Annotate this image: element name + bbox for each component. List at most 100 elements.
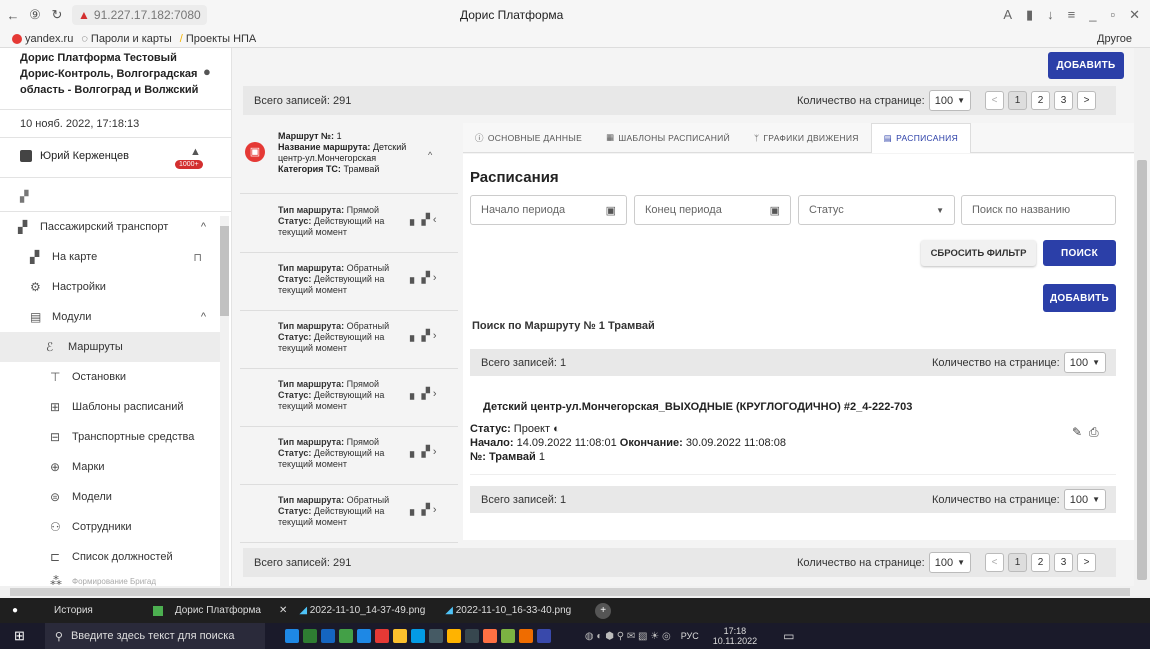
model-icon: ⊜ (50, 490, 61, 504)
chevron-up-icon[interactable]: ^ (428, 150, 432, 161)
tab-timetables[interactable]: ᛘ ГРАФИКИ ДВИЖЕНИЯ (742, 123, 871, 153)
route-item[interactable]: Тип маршрута: Обратный Статус: Действующи… (240, 311, 458, 369)
route-actions-icon[interactable]: ▖▞› (410, 447, 440, 458)
page-1-button[interactable]: 1 (1008, 553, 1028, 572)
search-input[interactable]: Поиск по названию (961, 195, 1116, 225)
caret-down-icon: ▼ (1092, 495, 1100, 504)
sidebar-item-stops[interactable]: ⊤ Остановки (0, 362, 220, 392)
system-tray[interactable]: ◍ ◐ ⬢ ⚲ ✉ ▧ ☀ ◎ (585, 631, 671, 642)
calendar-icon[interactable]: ▣ (770, 204, 780, 217)
edit-icon[interactable]: ✎ (1072, 425, 1082, 439)
add-route-button[interactable]: ДОБАВИТЬ (1048, 52, 1124, 79)
start-period-field[interactable]: Начало периода ▣ (470, 195, 627, 225)
bookmark-npa[interactable]: / Проекты НПА (180, 33, 257, 45)
tab-schedule-templates[interactable]: ▦ ШАБЛОНЫ РАСПИСАНИЙ (594, 123, 742, 153)
add-schedule-button[interactable]: ДОБАВИТЬ (1043, 284, 1116, 312)
toggle-icon[interactable]: ◐ (553, 423, 560, 435)
sidebar-item-map[interactable]: ▞ На карте ⊓ (0, 242, 220, 272)
sidebar-item-settings[interactable]: ⚙ Настройки (0, 272, 220, 302)
bottom-pagination-bar: Всего записей: 291 Количество на страниц… (243, 548, 1116, 577)
sidebar-scrollbar[interactable] (220, 216, 229, 586)
sidebar-item-teams[interactable]: ⁂ Формирование Бригад (0, 572, 220, 586)
page-3-button[interactable]: 3 (1054, 91, 1074, 110)
unlock-icon[interactable]: ⊓ (193, 251, 202, 264)
user-row[interactable]: Юрий Керженцев (20, 150, 129, 162)
address-bar[interactable]: ▲ 91.227.17.182:7080 (72, 5, 207, 25)
route-item[interactable]: Тип маршрута: Обратный Статус: Действующи… (240, 253, 458, 311)
bookmark-yandex[interactable]: yandex.ru (12, 33, 73, 45)
tab-schedules[interactable]: ▤ РАСПИСАНИЯ (870, 122, 972, 153)
team-icon: ⁂ (50, 574, 62, 586)
search-button[interactable]: ПОИСК (1043, 240, 1116, 266)
reload-icon[interactable]: ↻ (46, 7, 68, 23)
prev-page-button[interactable]: < (985, 91, 1005, 110)
route-item[interactable]: Тип маршрута: Обратный Статус: Действующи… (240, 485, 458, 543)
route-item[interactable]: Тип маршрута: Прямой Статус: Действующий … (240, 369, 458, 427)
per-page-select[interactable]: 100 ▼ (1063, 352, 1106, 373)
prev-page-button[interactable]: < (985, 553, 1005, 572)
close-icon[interactable]: ✕ (1129, 7, 1140, 23)
route-item[interactable]: Тип маршрута: Прямой Статус: Действующий … (240, 427, 458, 485)
per-page-select[interactable]: 100 ▼ (1063, 489, 1106, 510)
notification-icon[interactable]: ▭ (783, 629, 794, 643)
per-page-select[interactable]: 100 ▼ (928, 552, 972, 573)
browser-tab-3[interactable]: ◢ 2022-11-10_16-33-40.png (445, 605, 571, 616)
route-actions-icon[interactable]: ▖▞› (410, 505, 440, 516)
horizontal-scrollbar[interactable] (0, 586, 1150, 598)
per-page-select[interactable]: 100 ▼ (928, 90, 972, 111)
windows-start-icon[interactable]: ⊞ (14, 628, 25, 644)
reset-filter-button[interactable]: СБРОСИТЬ ФИЛЬТР (921, 240, 1036, 266)
route-actions-icon[interactable]: ▖▞› (410, 331, 440, 342)
language-indicator[interactable]: РУС (681, 631, 699, 641)
bookmark-other[interactable]: Другое (1097, 33, 1132, 45)
status-select[interactable]: Статус ▼ (798, 195, 955, 225)
route-actions-icon[interactable]: ▖▞› (410, 273, 440, 284)
route-actions-icon[interactable]: ▖▞› (410, 389, 440, 400)
tab-main-data[interactable]: ⓘ ОСНОВНЫЕ ДАННЫЕ (463, 123, 594, 153)
next-page-button[interactable]: > (1077, 91, 1097, 110)
history-icon[interactable]: ● (12, 605, 18, 616)
page-2-button[interactable]: 2 (1031, 553, 1051, 572)
schedule-card[interactable]: Детский центр-ул.Мончегорская_ВЫХОДНЫЕ (… (470, 385, 1116, 475)
windows-search[interactable]: ⚲ Введите здесь текст для поиска (44, 623, 265, 649)
browser-tab-1[interactable]: Дорис Платформа ✕ (152, 605, 287, 616)
print-icon[interactable]: ⎙ (1089, 425, 1099, 440)
calendar-icon[interactable]: ▣ (606, 204, 616, 217)
sidebar-item-routes[interactable]: ℰ Маршруты (0, 332, 220, 362)
next-page-button[interactable]: > (1077, 553, 1097, 572)
sidebar-item-brands[interactable]: ⊕ Марки (0, 452, 220, 482)
menu-icon[interactable]: ≡ (1068, 7, 1076, 23)
clock[interactable]: 17:18 10.11.2022 (713, 626, 757, 646)
history-button[interactable]: История (54, 605, 93, 616)
sidebar-item-modules[interactable]: ▤ Модули ^ (0, 302, 220, 332)
page-1-button[interactable]: 1 (1008, 91, 1028, 110)
bookmark-icon[interactable]: ▮ (1026, 7, 1033, 23)
sidebar-item-vehicles[interactable]: ⊟ Транспортные средства (0, 422, 220, 452)
yandex-icon[interactable]: ⑨ (24, 7, 46, 23)
location-icon[interactable]: ● (203, 64, 211, 79)
bookmark-passwords[interactable]: ◌ Пароли и карты (81, 33, 171, 45)
page-scrollbar[interactable] (1134, 48, 1150, 586)
close-tab-icon[interactable]: ✕ (279, 605, 287, 616)
route-item[interactable]: Тип маршрута: Прямой Статус: Действующий … (240, 195, 458, 253)
downloads-icon[interactable]: ↓ (1047, 7, 1054, 23)
sidebar-item-passenger-transport[interactable]: ▞ Пассажирский транспорт ^ (0, 212, 220, 242)
sidebar-item-schedule-templates[interactable]: ⊞ Шаблоны расписаний (0, 392, 220, 422)
end-period-field[interactable]: Конец периода ▣ (634, 195, 791, 225)
route-actions-icon[interactable]: ▖▞‹ (410, 215, 440, 226)
pinned-apps[interactable] (284, 629, 555, 643)
browser-tab-2[interactable]: ◢ 2022-11-10_14-37-49.png (299, 605, 425, 616)
sidebar-item-models[interactable]: ⊜ Модели (0, 482, 220, 512)
maximize-icon[interactable]: ▫ (1110, 7, 1115, 23)
sidebar-item-employees[interactable]: ⚇ Сотрудники (0, 512, 220, 542)
transport-icon[interactable]: ▞ (20, 190, 28, 203)
page-3-button[interactable]: 3 (1054, 553, 1074, 572)
back-icon[interactable]: ← (2, 8, 24, 23)
route-header[interactable]: ▣ Маршрут №: 1 Название маршрута: Детски… (240, 122, 458, 194)
sidebar-item-positions[interactable]: ⊏ Список должностей (0, 542, 220, 572)
bell-icon[interactable]: ▲ (190, 146, 201, 158)
minimize-icon[interactable]: _ (1089, 7, 1096, 23)
new-tab-icon[interactable]: + (595, 602, 612, 619)
page-2-button[interactable]: 2 (1031, 91, 1051, 110)
translate-icon[interactable]: A (1003, 7, 1012, 23)
